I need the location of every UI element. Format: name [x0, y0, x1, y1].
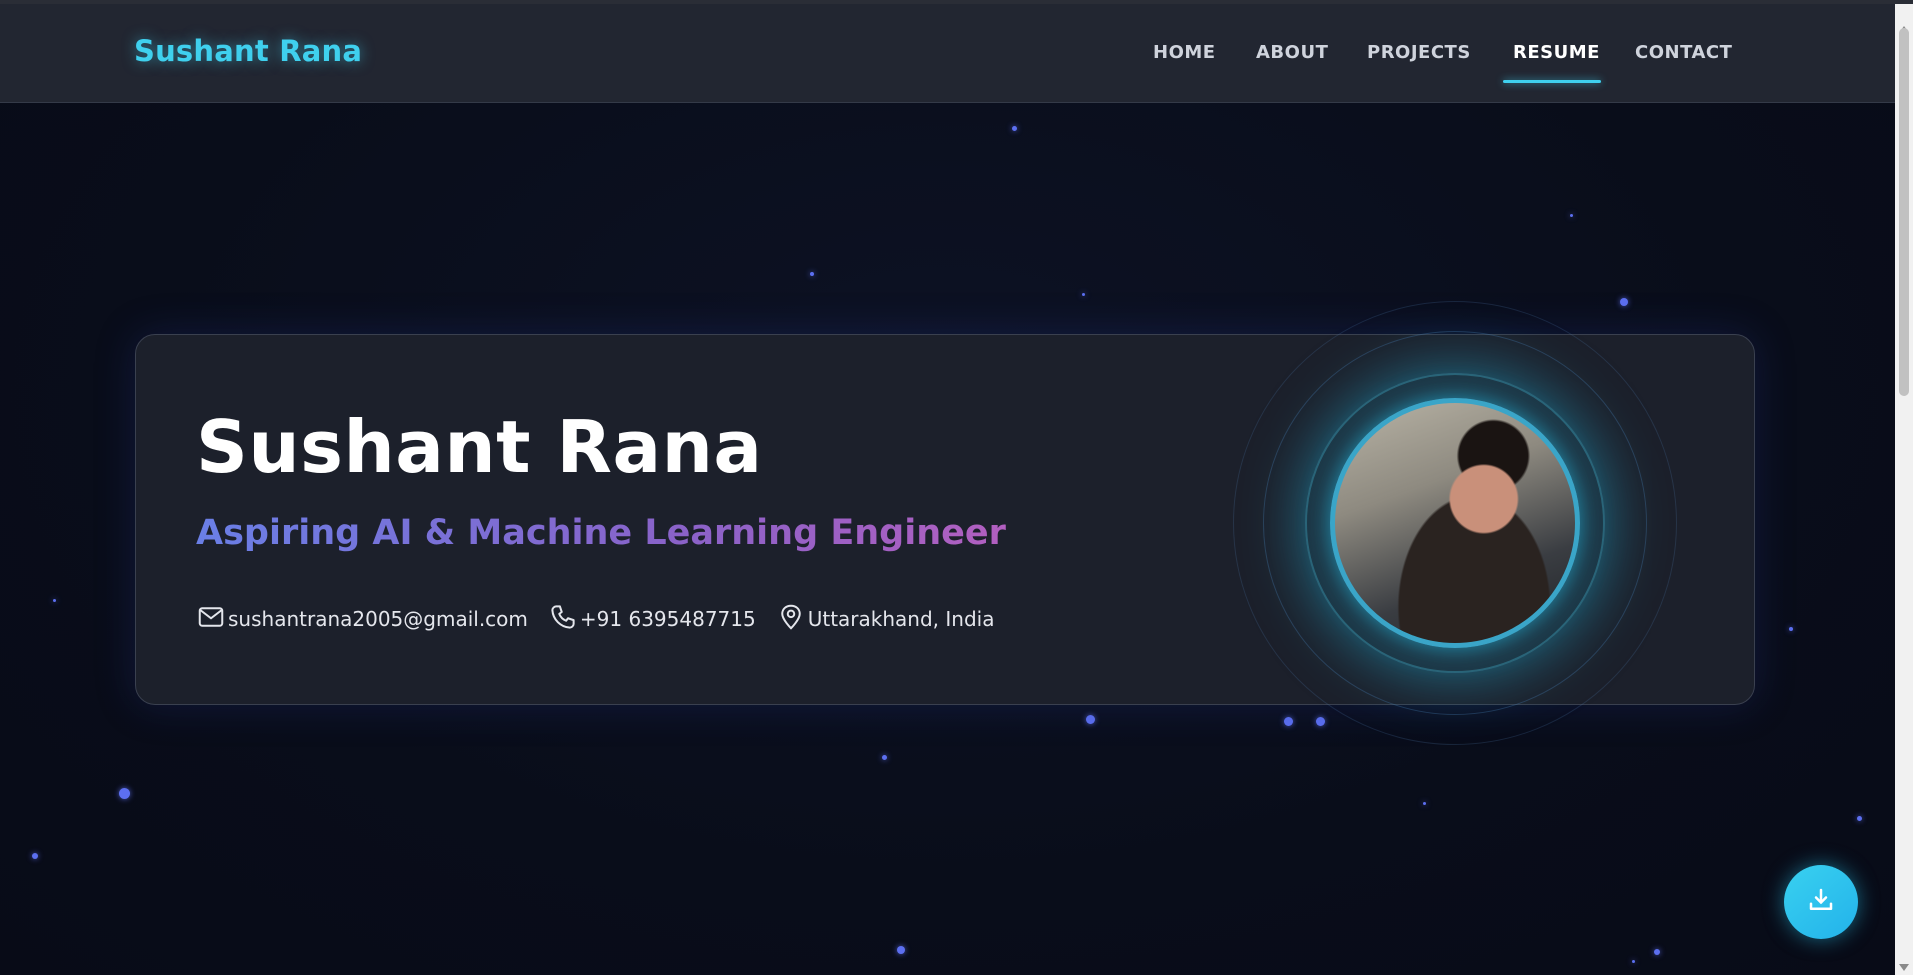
nav-contact[interactable]: CONTACT	[1635, 42, 1732, 63]
vertical-scrollbar[interactable]	[1895, 4, 1913, 975]
scroll-thumb[interactable]	[1899, 28, 1909, 396]
navbar: Sushant Rana HOME ABOUT PROJECTS RESUME …	[0, 4, 1895, 103]
location-text: Uttarakhand, India	[807, 607, 995, 631]
particle	[882, 755, 887, 760]
map-pin-icon	[776, 602, 806, 637]
particle	[119, 788, 130, 799]
particle	[1789, 627, 1793, 631]
particle	[32, 853, 38, 859]
nav-projects[interactable]: PROJECTS	[1367, 42, 1471, 63]
scroll-down-arrow[interactable]	[1899, 964, 1909, 971]
nav-resume[interactable]: RESUME	[1513, 42, 1600, 63]
email-text: sushantrana2005@gmail.com	[228, 607, 528, 631]
avatar	[1330, 398, 1580, 648]
nav-home[interactable]: HOME	[1153, 42, 1216, 63]
page: Sushant Rana HOME ABOUT PROJECTS RESUME …	[0, 4, 1895, 975]
mail-icon	[196, 602, 226, 637]
download-icon	[1806, 885, 1836, 919]
particle	[1012, 126, 1017, 131]
hero-name: Sushant Rana	[196, 405, 763, 489]
contact-email[interactable]: sushantrana2005@gmail.com	[196, 602, 528, 637]
contact-location: Uttarakhand, India	[776, 602, 995, 637]
particle	[1082, 293, 1085, 296]
active-nav-indicator	[1503, 80, 1601, 83]
particle	[1857, 816, 1862, 821]
avatar-container	[1233, 301, 1677, 745]
phone-text: +91 6395487715	[579, 607, 756, 631]
particle	[1086, 715, 1095, 724]
particle	[53, 599, 56, 602]
nav-about[interactable]: ABOUT	[1256, 42, 1328, 63]
particle	[1423, 802, 1426, 805]
contact-info: sushantrana2005@gmail.com +91 6395487715	[196, 603, 994, 635]
nav-menu: HOME ABOUT PROJECTS RESUME CONTACT	[0, 42, 1895, 82]
download-resume-button[interactable]	[1784, 865, 1858, 939]
contact-phone[interactable]: +91 6395487715	[548, 602, 756, 637]
particle	[1632, 960, 1635, 963]
particle	[810, 272, 814, 276]
particle	[897, 946, 905, 954]
phone-icon	[548, 602, 578, 637]
hero-role: Aspiring AI & Machine Learning Engineer	[196, 513, 1006, 553]
particle	[1654, 949, 1660, 955]
particle	[1570, 214, 1573, 217]
